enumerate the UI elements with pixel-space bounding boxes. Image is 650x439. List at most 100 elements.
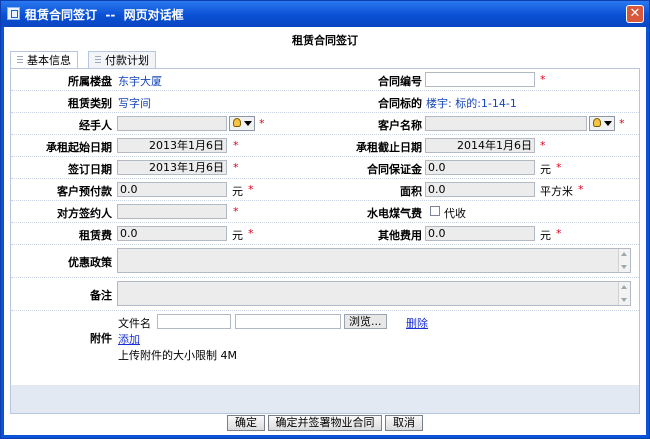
customer-input[interactable] xyxy=(425,116,587,131)
prepay-input[interactable]: 0.0 xyxy=(117,182,227,197)
start-date-input[interactable]: 2013年1月6日 xyxy=(117,138,227,153)
ok-button[interactable]: 确定 xyxy=(227,415,265,431)
required-mark: * xyxy=(248,227,254,240)
contract-no-label: 合同编号 xyxy=(378,75,422,88)
lightbulb-icon xyxy=(593,118,601,127)
sign-date-label: 签订日期 xyxy=(68,163,112,176)
form-row: 优惠政策 xyxy=(11,245,639,278)
delete-link[interactable]: 删除 xyxy=(406,315,428,331)
end-date-input[interactable]: 2014年1月6日 xyxy=(425,138,535,153)
sign-date-input[interactable]: 2013年1月6日 xyxy=(117,160,227,175)
deposit-label: 合同保证金 xyxy=(367,163,422,176)
contract-target-label: 合同标的 xyxy=(378,97,422,110)
scroll-up-icon xyxy=(621,252,627,256)
tab-payment-plan-label: 付款计划 xyxy=(105,54,149,67)
form-row: 租赁类别 写字间 合同标的 楼宇: 标的:1-14-1 xyxy=(11,91,639,113)
lease-type-label: 租赁类别 xyxy=(68,97,112,110)
area-label: 面积 xyxy=(400,185,422,198)
contract-no-input[interactable] xyxy=(425,72,535,87)
title-bar[interactable]: 租赁合同签订 -- 网页对话框 ✕ xyxy=(1,1,649,27)
handler-picker-button[interactable] xyxy=(229,116,255,131)
dropdown-arrow-icon xyxy=(604,121,612,126)
dropdown-arrow-icon xyxy=(244,121,252,126)
utilities-label: 水电煤气费 xyxy=(367,207,422,220)
required-mark: * xyxy=(556,161,562,174)
other-fees-label: 其他费用 xyxy=(378,229,422,242)
form-row: 租赁费 0.0 元 * 其他费用 0.0 元 * xyxy=(11,223,639,245)
required-mark: * xyxy=(248,183,254,196)
discount-scrollbar[interactable] xyxy=(618,249,630,272)
utilities-checkbox-label: 代收 xyxy=(444,207,466,220)
form-row: 附件 文件名 浏览... 删除 添加 上传附件的大小限制 4M xyxy=(11,311,639,363)
dialog-window: 租赁合同签订 -- 网页对话框 ✕ 租赁合同签订 基本信息 付款计划 所属楼盘 … xyxy=(0,0,650,439)
rent-unit: 元 xyxy=(232,229,243,242)
signer-input[interactable] xyxy=(117,204,227,219)
remarks-scrollbar[interactable] xyxy=(618,282,630,305)
form-row: 经手人 * 客户名称 * xyxy=(11,113,639,135)
scroll-down-icon xyxy=(621,265,627,269)
required-mark: * xyxy=(233,205,239,218)
ok-and-sign-button[interactable]: 确定并签署物业合同 xyxy=(268,415,382,431)
close-button[interactable]: ✕ xyxy=(626,5,644,23)
basic-info-panel: 所属楼盘 东宇大厦 合同编号 * 租赁类别 写字间 合同标的 楼宇: 标的:1-… xyxy=(10,68,640,387)
tab-grip-icon xyxy=(95,56,101,65)
upload-limit-text: 上传附件的大小限制 4M xyxy=(118,349,237,362)
handler-input[interactable] xyxy=(117,116,227,131)
lease-type-value: 写字间 xyxy=(118,97,151,110)
other-fees-input[interactable]: 0.0 xyxy=(425,226,535,241)
required-mark: * xyxy=(540,73,546,86)
form-row: 承租起始日期 2013年1月6日 * 承租截止日期 2014年1月6日 * xyxy=(11,135,639,157)
customer-picker-button[interactable] xyxy=(589,116,615,131)
contract-target-value: 楼宇: 标的:1-14-1 xyxy=(426,97,517,110)
required-mark: * xyxy=(556,227,562,240)
rent-label: 租赁费 xyxy=(79,229,112,242)
prepay-label: 客户预付款 xyxy=(57,185,112,198)
form-title: 租赁合同签订 xyxy=(292,34,358,47)
panel-footer-area xyxy=(10,385,640,414)
tab-payment-plan[interactable]: 付款计划 xyxy=(88,51,156,69)
lightbulb-icon xyxy=(233,118,241,127)
form-row: 签订日期 2013年1月6日 * 合同保证金 0.0 元 * xyxy=(11,157,639,179)
remarks-label: 备注 xyxy=(90,289,112,302)
browse-button[interactable]: 浏览... xyxy=(344,314,387,329)
scroll-up-icon xyxy=(621,285,627,289)
required-mark: * xyxy=(540,139,546,152)
area-input[interactable]: 0.0 xyxy=(425,182,535,197)
other-fees-unit: 元 xyxy=(540,229,551,242)
close-icon: ✕ xyxy=(629,6,641,21)
area-unit: 平方米 xyxy=(540,185,573,198)
utilities-checkbox[interactable] xyxy=(430,206,440,216)
tab-basic-info-label: 基本信息 xyxy=(27,54,71,67)
end-date-label: 承租截止日期 xyxy=(356,141,422,154)
required-mark: * xyxy=(259,117,265,130)
customer-label: 客户名称 xyxy=(378,119,422,132)
window-title: 租赁合同签订 -- 网页对话框 xyxy=(25,8,184,22)
scroll-down-icon xyxy=(621,298,627,302)
cancel-button[interactable]: 取消 xyxy=(385,415,423,431)
required-mark: * xyxy=(233,161,239,174)
form-row: 所属楼盘 东宇大厦 合同编号 * xyxy=(11,69,639,91)
add-attachment-link[interactable]: 添加 xyxy=(118,331,140,347)
building-value: 东宇大厦 xyxy=(118,75,162,88)
deposit-unit: 元 xyxy=(540,163,551,176)
form-row: 对方签约人 * 水电煤气费 代收 xyxy=(11,201,639,223)
handler-label: 经手人 xyxy=(79,119,112,132)
remarks-textarea[interactable] xyxy=(117,281,631,306)
form-row: 客户预付款 0.0 元 * 面积 0.0 平方米 * xyxy=(11,179,639,201)
deposit-input[interactable]: 0.0 xyxy=(425,160,535,175)
required-mark: * xyxy=(233,139,239,152)
required-mark: * xyxy=(578,183,584,196)
required-mark: * xyxy=(619,117,625,130)
attachment-label: 附件 xyxy=(90,332,112,345)
file-path-input[interactable] xyxy=(235,314,341,329)
filename-input[interactable] xyxy=(157,314,231,329)
discount-textarea[interactable] xyxy=(117,248,631,273)
discount-label: 优惠政策 xyxy=(68,256,112,269)
prepay-unit: 元 xyxy=(232,185,243,198)
rent-input[interactable]: 0.0 xyxy=(117,226,227,241)
start-date-label: 承租起始日期 xyxy=(46,141,112,154)
form-row: 备注 xyxy=(11,278,639,311)
tab-grip-icon xyxy=(17,56,23,65)
dialog-icon xyxy=(7,7,20,20)
filename-label: 文件名 xyxy=(118,317,151,330)
